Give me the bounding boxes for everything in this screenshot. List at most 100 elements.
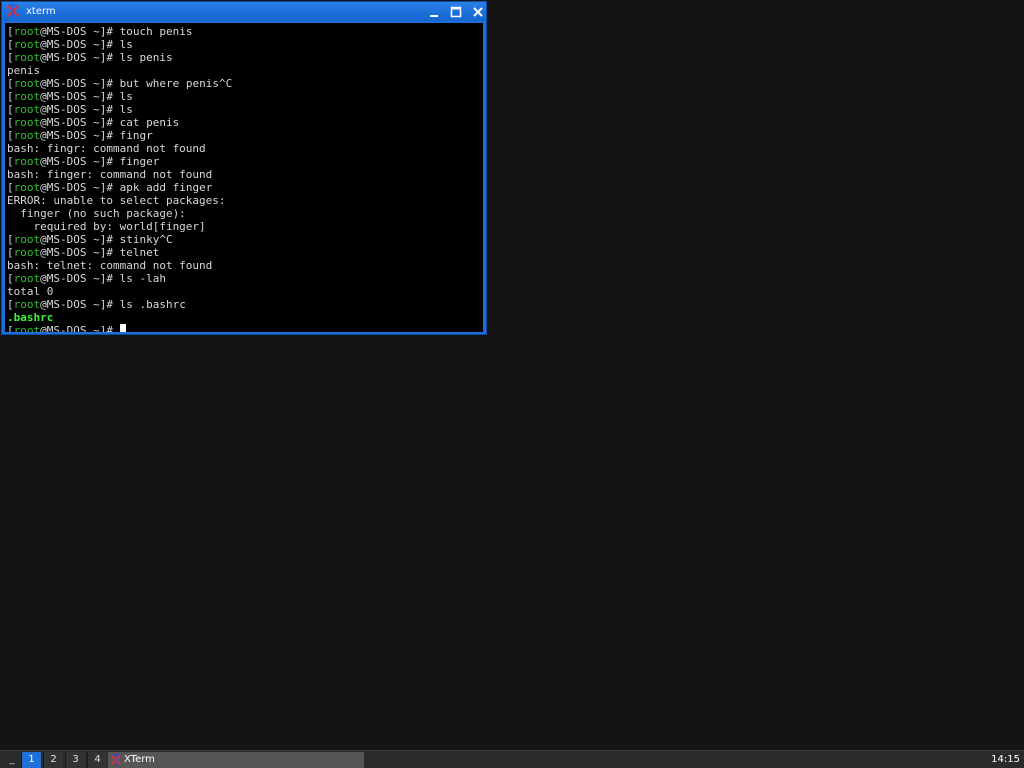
output-text: total 0 xyxy=(7,285,54,298)
prompt-bracket: [ xyxy=(7,90,14,103)
terminal-line: [root@MS-DOS ~]# ls .bashrc xyxy=(7,298,483,311)
prompt-user: root xyxy=(13,233,41,246)
terminal-line: [root@MS-DOS ~]# xyxy=(7,324,483,332)
prompt-bracket: [ xyxy=(7,233,14,246)
prompt-user: root xyxy=(13,103,41,116)
prompt-host: @MS-DOS ~ xyxy=(40,272,100,285)
terminal-line: bash: finger: command not found xyxy=(7,168,483,181)
output-text: required by: world[finger] xyxy=(7,220,206,233)
prompt-bracket: [ xyxy=(7,77,14,90)
terminal-line: [root@MS-DOS ~]# ls -lah xyxy=(7,272,483,285)
prompt-symbol: ]# xyxy=(99,51,113,64)
prompt-bracket: [ xyxy=(7,181,14,194)
prompt-bracket: [ xyxy=(7,155,14,168)
output-text: finger (no such package): xyxy=(7,207,186,220)
prompt-user: root xyxy=(13,272,41,285)
prompt-user: root xyxy=(13,77,41,90)
prompt-user: root xyxy=(13,90,41,103)
ls-file-entry: .bashrc xyxy=(7,311,54,324)
prompt-host: @MS-DOS ~ xyxy=(40,298,100,311)
window-title: xterm xyxy=(26,6,56,17)
terminal-line: bash: telnet: command not found xyxy=(7,259,483,272)
clock: 14:15 xyxy=(991,754,1020,765)
prompt-bracket: [ xyxy=(7,38,14,51)
output-text: bash: fingr: command not found xyxy=(7,142,206,155)
command-text: ls xyxy=(112,103,133,116)
output-text: bash: finger: command not found xyxy=(7,168,213,181)
prompt-symbol: ]# xyxy=(99,77,113,90)
prompt-host: @MS-DOS ~ xyxy=(40,246,100,259)
output-text: bash: telnet: command not found xyxy=(7,259,213,272)
terminal-line: total 0 xyxy=(7,285,483,298)
prompt-bracket: [ xyxy=(7,324,14,332)
command-text: ls xyxy=(112,38,133,51)
terminal-line: [root@MS-DOS ~]# but where penis^C xyxy=(7,77,483,90)
workspace-4-button[interactable]: 4 xyxy=(87,752,107,768)
prompt-host: @MS-DOS ~ xyxy=(40,129,100,142)
xterm-icon xyxy=(111,754,121,766)
prompt-host: @MS-DOS ~ xyxy=(40,233,100,246)
prompt-symbol: ]# xyxy=(99,155,113,168)
prompt-host: @MS-DOS ~ xyxy=(40,181,100,194)
taskbar-menu-button[interactable]: _ xyxy=(4,752,20,768)
prompt-symbol: ]# xyxy=(99,233,113,246)
command-text: fingr xyxy=(112,129,153,142)
prompt-symbol: ]# xyxy=(99,90,113,103)
maximize-button[interactable] xyxy=(448,4,464,19)
terminal-line: [root@MS-DOS ~]# ls xyxy=(7,90,483,103)
command-text: stinky^C xyxy=(112,233,173,246)
command-text: apk add finger xyxy=(112,181,213,194)
terminal-line: [root@MS-DOS ~]# ls xyxy=(7,38,483,51)
xterm-window[interactable]: xterm [root@MS-DOS ~]# touch penis [root@… xyxy=(1,1,487,335)
prompt-host: @MS-DOS ~ xyxy=(40,324,100,332)
task-label: XTerm xyxy=(124,754,155,765)
terminal-line: [root@MS-DOS ~]# finger xyxy=(7,155,483,168)
workspace-2-button[interactable]: 2 xyxy=(43,752,63,768)
command-text: ls -lah xyxy=(112,272,166,285)
title-bar[interactable]: xterm xyxy=(2,2,486,21)
terminal-line: [root@MS-DOS ~]# apk add finger xyxy=(7,181,483,194)
terminal-line: [root@MS-DOS ~]# telnet xyxy=(7,246,483,259)
desktop[interactable]: xterm [root@MS-DOS ~]# touch penis [root@… xyxy=(0,0,1024,750)
close-button[interactable] xyxy=(470,4,486,19)
terminal-line: bash: fingr: command not found xyxy=(7,142,483,155)
prompt-host: @MS-DOS ~ xyxy=(40,38,100,51)
prompt-user: root xyxy=(13,155,41,168)
taskbar-task-xterm[interactable]: XTerm xyxy=(108,752,364,768)
prompt-symbol: ]# xyxy=(99,246,113,259)
output-text: penis xyxy=(7,64,41,77)
prompt-bracket: [ xyxy=(7,25,14,38)
workspace-3-button[interactable]: 3 xyxy=(65,752,85,768)
prompt-symbol: ]# xyxy=(99,181,113,194)
prompt-symbol: ]# xyxy=(99,324,113,332)
terminal-line: .bashrc xyxy=(7,311,483,324)
prompt-bracket: [ xyxy=(7,116,14,129)
command-text: cat penis xyxy=(112,116,180,129)
terminal-output[interactable]: [root@MS-DOS ~]# touch penis [root@MS-DOS… xyxy=(5,23,483,332)
workspace-1-button[interactable]: 1 xyxy=(21,752,41,768)
prompt-symbol: ]# xyxy=(99,38,113,51)
close-icon xyxy=(473,6,483,17)
prompt-user: root xyxy=(13,298,41,311)
command-text: ls .bashrc xyxy=(112,298,186,311)
terminal-line: [root@MS-DOS ~]# touch penis xyxy=(7,25,483,38)
command-text: telnet xyxy=(112,246,160,259)
minimize-button[interactable] xyxy=(426,4,442,19)
prompt-symbol: ]# xyxy=(99,103,113,116)
taskbar: _ 1 2 3 4 XTerm 14:15 xyxy=(0,750,1024,768)
command-text: touch penis xyxy=(112,25,193,38)
prompt-user: root xyxy=(13,38,41,51)
prompt-user: root xyxy=(13,129,41,142)
prompt-user: root xyxy=(13,181,41,194)
prompt-symbol: ]# xyxy=(99,25,113,38)
prompt-host: @MS-DOS ~ xyxy=(40,103,100,116)
prompt-symbol: ]# xyxy=(99,129,113,142)
prompt-bracket: [ xyxy=(7,272,14,285)
minimize-icon xyxy=(430,14,438,17)
prompt-user: root xyxy=(13,51,41,64)
prompt-user: root xyxy=(13,116,41,129)
terminal-line: [root@MS-DOS ~]# ls xyxy=(7,103,483,116)
command-text: ls xyxy=(112,90,133,103)
terminal-line: [root@MS-DOS ~]# ls penis xyxy=(7,51,483,64)
terminal-line: penis xyxy=(7,64,483,77)
